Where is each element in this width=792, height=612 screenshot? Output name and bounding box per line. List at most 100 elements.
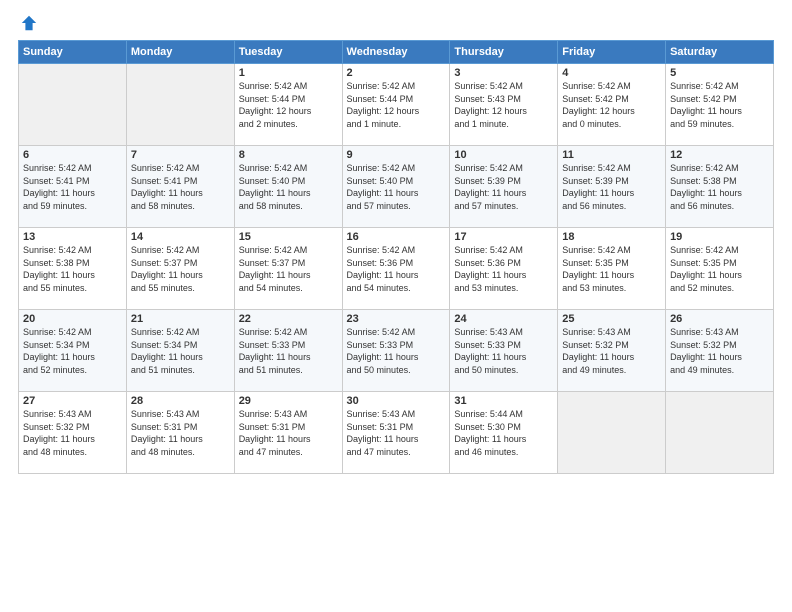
day-number: 1 xyxy=(239,67,338,79)
page-header xyxy=(18,14,774,32)
day-info: Sunrise: 5:42 AM Sunset: 5:35 PM Dayligh… xyxy=(670,244,769,294)
day-info: Sunrise: 5:42 AM Sunset: 5:38 PM Dayligh… xyxy=(670,162,769,212)
day-info: Sunrise: 5:42 AM Sunset: 5:41 PM Dayligh… xyxy=(23,162,122,212)
weekday-header: Monday xyxy=(126,41,234,64)
day-info: Sunrise: 5:42 AM Sunset: 5:39 PM Dayligh… xyxy=(454,162,553,212)
day-number: 6 xyxy=(23,149,122,161)
logo-icon xyxy=(20,14,38,32)
day-number: 17 xyxy=(454,231,553,243)
day-number: 23 xyxy=(347,313,446,325)
calendar-cell: 11Sunrise: 5:42 AM Sunset: 5:39 PM Dayli… xyxy=(558,146,666,228)
calendar-cell: 8Sunrise: 5:42 AM Sunset: 5:40 PM Daylig… xyxy=(234,146,342,228)
calendar-cell: 19Sunrise: 5:42 AM Sunset: 5:35 PM Dayli… xyxy=(666,228,774,310)
day-info: Sunrise: 5:42 AM Sunset: 5:34 PM Dayligh… xyxy=(131,326,230,376)
day-number: 4 xyxy=(562,67,661,79)
day-info: Sunrise: 5:42 AM Sunset: 5:33 PM Dayligh… xyxy=(239,326,338,376)
day-info: Sunrise: 5:42 AM Sunset: 5:37 PM Dayligh… xyxy=(131,244,230,294)
calendar-cell: 2Sunrise: 5:42 AM Sunset: 5:44 PM Daylig… xyxy=(342,64,450,146)
day-number: 14 xyxy=(131,231,230,243)
day-number: 13 xyxy=(23,231,122,243)
day-number: 31 xyxy=(454,395,553,407)
day-number: 16 xyxy=(347,231,446,243)
calendar-cell: 23Sunrise: 5:42 AM Sunset: 5:33 PM Dayli… xyxy=(342,310,450,392)
day-number: 2 xyxy=(347,67,446,79)
calendar-cell: 3Sunrise: 5:42 AM Sunset: 5:43 PM Daylig… xyxy=(450,64,558,146)
day-number: 27 xyxy=(23,395,122,407)
day-info: Sunrise: 5:43 AM Sunset: 5:33 PM Dayligh… xyxy=(454,326,553,376)
calendar-cell: 21Sunrise: 5:42 AM Sunset: 5:34 PM Dayli… xyxy=(126,310,234,392)
calendar-cell xyxy=(126,64,234,146)
day-info: Sunrise: 5:43 AM Sunset: 5:31 PM Dayligh… xyxy=(131,408,230,458)
calendar-week-row: 13Sunrise: 5:42 AM Sunset: 5:38 PM Dayli… xyxy=(19,228,774,310)
weekday-header: Wednesday xyxy=(342,41,450,64)
calendar-cell: 4Sunrise: 5:42 AM Sunset: 5:42 PM Daylig… xyxy=(558,64,666,146)
day-number: 5 xyxy=(670,67,769,79)
day-info: Sunrise: 5:42 AM Sunset: 5:36 PM Dayligh… xyxy=(454,244,553,294)
day-info: Sunrise: 5:43 AM Sunset: 5:32 PM Dayligh… xyxy=(670,326,769,376)
calendar-cell: 18Sunrise: 5:42 AM Sunset: 5:35 PM Dayli… xyxy=(558,228,666,310)
day-info: Sunrise: 5:42 AM Sunset: 5:41 PM Dayligh… xyxy=(131,162,230,212)
calendar-cell: 14Sunrise: 5:42 AM Sunset: 5:37 PM Dayli… xyxy=(126,228,234,310)
day-number: 25 xyxy=(562,313,661,325)
calendar-cell: 7Sunrise: 5:42 AM Sunset: 5:41 PM Daylig… xyxy=(126,146,234,228)
calendar-cell: 29Sunrise: 5:43 AM Sunset: 5:31 PM Dayli… xyxy=(234,392,342,474)
calendar-cell: 12Sunrise: 5:42 AM Sunset: 5:38 PM Dayli… xyxy=(666,146,774,228)
calendar-table: SundayMondayTuesdayWednesdayThursdayFrid… xyxy=(18,40,774,474)
calendar-cell: 25Sunrise: 5:43 AM Sunset: 5:32 PM Dayli… xyxy=(558,310,666,392)
day-info: Sunrise: 5:43 AM Sunset: 5:31 PM Dayligh… xyxy=(347,408,446,458)
day-info: Sunrise: 5:42 AM Sunset: 5:37 PM Dayligh… xyxy=(239,244,338,294)
day-info: Sunrise: 5:42 AM Sunset: 5:33 PM Dayligh… xyxy=(347,326,446,376)
day-info: Sunrise: 5:43 AM Sunset: 5:32 PM Dayligh… xyxy=(23,408,122,458)
calendar-week-row: 1Sunrise: 5:42 AM Sunset: 5:44 PM Daylig… xyxy=(19,64,774,146)
calendar-cell: 16Sunrise: 5:42 AM Sunset: 5:36 PM Dayli… xyxy=(342,228,450,310)
calendar-cell xyxy=(19,64,127,146)
weekday-header: Friday xyxy=(558,41,666,64)
day-number: 7 xyxy=(131,149,230,161)
day-info: Sunrise: 5:42 AM Sunset: 5:44 PM Dayligh… xyxy=(347,80,446,130)
calendar-cell: 31Sunrise: 5:44 AM Sunset: 5:30 PM Dayli… xyxy=(450,392,558,474)
calendar-cell: 28Sunrise: 5:43 AM Sunset: 5:31 PM Dayli… xyxy=(126,392,234,474)
calendar-cell: 26Sunrise: 5:43 AM Sunset: 5:32 PM Dayli… xyxy=(666,310,774,392)
calendar-cell: 20Sunrise: 5:42 AM Sunset: 5:34 PM Dayli… xyxy=(19,310,127,392)
calendar-cell: 1Sunrise: 5:42 AM Sunset: 5:44 PM Daylig… xyxy=(234,64,342,146)
day-number: 18 xyxy=(562,231,661,243)
day-info: Sunrise: 5:43 AM Sunset: 5:31 PM Dayligh… xyxy=(239,408,338,458)
day-info: Sunrise: 5:42 AM Sunset: 5:44 PM Dayligh… xyxy=(239,80,338,130)
logo xyxy=(18,14,38,32)
day-info: Sunrise: 5:42 AM Sunset: 5:40 PM Dayligh… xyxy=(347,162,446,212)
weekday-header: Thursday xyxy=(450,41,558,64)
day-number: 24 xyxy=(454,313,553,325)
calendar-cell: 22Sunrise: 5:42 AM Sunset: 5:33 PM Dayli… xyxy=(234,310,342,392)
calendar-week-row: 20Sunrise: 5:42 AM Sunset: 5:34 PM Dayli… xyxy=(19,310,774,392)
day-info: Sunrise: 5:42 AM Sunset: 5:36 PM Dayligh… xyxy=(347,244,446,294)
calendar-week-row: 27Sunrise: 5:43 AM Sunset: 5:32 PM Dayli… xyxy=(19,392,774,474)
day-info: Sunrise: 5:42 AM Sunset: 5:42 PM Dayligh… xyxy=(562,80,661,130)
day-number: 11 xyxy=(562,149,661,161)
weekday-header-row: SundayMondayTuesdayWednesdayThursdayFrid… xyxy=(19,41,774,64)
calendar-cell: 15Sunrise: 5:42 AM Sunset: 5:37 PM Dayli… xyxy=(234,228,342,310)
day-number: 12 xyxy=(670,149,769,161)
calendar-cell: 24Sunrise: 5:43 AM Sunset: 5:33 PM Dayli… xyxy=(450,310,558,392)
day-info: Sunrise: 5:42 AM Sunset: 5:42 PM Dayligh… xyxy=(670,80,769,130)
day-number: 10 xyxy=(454,149,553,161)
day-number: 19 xyxy=(670,231,769,243)
day-number: 26 xyxy=(670,313,769,325)
day-info: Sunrise: 5:44 AM Sunset: 5:30 PM Dayligh… xyxy=(454,408,553,458)
day-number: 30 xyxy=(347,395,446,407)
day-number: 20 xyxy=(23,313,122,325)
day-info: Sunrise: 5:43 AM Sunset: 5:32 PM Dayligh… xyxy=(562,326,661,376)
day-number: 22 xyxy=(239,313,338,325)
calendar-cell: 13Sunrise: 5:42 AM Sunset: 5:38 PM Dayli… xyxy=(19,228,127,310)
calendar-cell xyxy=(666,392,774,474)
calendar-cell: 9Sunrise: 5:42 AM Sunset: 5:40 PM Daylig… xyxy=(342,146,450,228)
day-info: Sunrise: 5:42 AM Sunset: 5:35 PM Dayligh… xyxy=(562,244,661,294)
day-info: Sunrise: 5:42 AM Sunset: 5:34 PM Dayligh… xyxy=(23,326,122,376)
weekday-header: Sunday xyxy=(19,41,127,64)
day-number: 29 xyxy=(239,395,338,407)
day-info: Sunrise: 5:42 AM Sunset: 5:40 PM Dayligh… xyxy=(239,162,338,212)
weekday-header: Tuesday xyxy=(234,41,342,64)
day-number: 21 xyxy=(131,313,230,325)
calendar-week-row: 6Sunrise: 5:42 AM Sunset: 5:41 PM Daylig… xyxy=(19,146,774,228)
day-number: 8 xyxy=(239,149,338,161)
calendar-cell: 30Sunrise: 5:43 AM Sunset: 5:31 PM Dayli… xyxy=(342,392,450,474)
